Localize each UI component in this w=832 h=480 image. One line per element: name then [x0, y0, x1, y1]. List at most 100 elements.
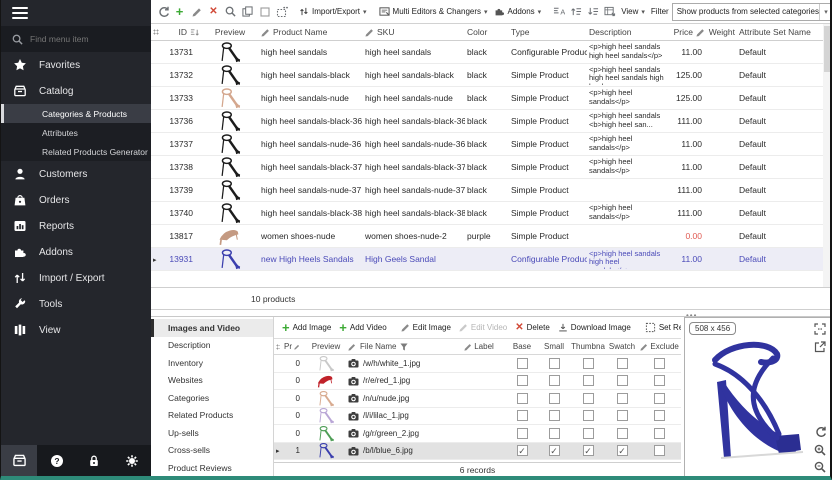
- tab-product-reviews[interactable]: Product Reviews: [151, 459, 273, 477]
- small-checkbox[interactable]: [549, 410, 560, 421]
- product-row[interactable]: 13738 high heel sandals-black-37 high he…: [151, 156, 823, 179]
- menu-search-input[interactable]: [30, 34, 130, 44]
- duplicate-selection-button[interactable]: [274, 2, 289, 22]
- collapse-rows-button[interactable]: [585, 2, 600, 22]
- image-row[interactable]: 0 /g/r/green_2.jpg: [274, 425, 681, 443]
- col-header-thumbnail[interactable]: Thumbna: [570, 342, 606, 351]
- col-header-sku[interactable]: SKU: [363, 27, 465, 37]
- col-header-base[interactable]: Base: [506, 342, 538, 351]
- products-grid-scrollbar[interactable]: [823, 24, 831, 287]
- product-row-selected[interactable]: 13931 new High Heels Sandals High Geels …: [151, 248, 823, 271]
- col-header-price[interactable]: Price: [669, 27, 707, 37]
- multi-editors-menu[interactable]: Multi Editors & Changers▾: [376, 2, 491, 22]
- copy-button[interactable]: [240, 2, 255, 22]
- base-checkbox[interactable]: [517, 410, 528, 421]
- download-image-button[interactable]: Download Image: [554, 319, 635, 337]
- sidebar-item-view[interactable]: View: [1, 317, 151, 343]
- exclude-checkbox[interactable]: [654, 393, 665, 404]
- col-header-attribute-set[interactable]: Attribute Set Name: [737, 27, 823, 37]
- sidebar-item-favorites[interactable]: Favorites: [1, 52, 151, 78]
- rotate-button[interactable]: [813, 425, 826, 438]
- add-image-button[interactable]: +Add Image: [278, 319, 335, 337]
- col-header-weight[interactable]: Weight: [707, 27, 737, 37]
- paste-button[interactable]: [257, 2, 272, 22]
- sidebar-search[interactable]: [1, 26, 151, 52]
- scrollbar-thumb[interactable]: [824, 26, 830, 72]
- zoom-in-button[interactable]: [813, 443, 826, 456]
- col-header-swatch[interactable]: Swatch: [606, 342, 638, 351]
- image-row[interactable]: 0 /l/i/lilac_1.jpg: [274, 408, 681, 426]
- settings-button[interactable]: [114, 445, 150, 476]
- tab-description[interactable]: Description: [151, 337, 273, 355]
- col-header-color[interactable]: Color: [465, 27, 509, 37]
- text-sort-button[interactable]: A: [551, 2, 566, 22]
- base-checkbox[interactable]: [517, 428, 528, 439]
- tab-images-and-video[interactable]: Images and Video: [151, 319, 273, 337]
- thumbnail-checkbox[interactable]: [583, 445, 594, 456]
- col-header-type[interactable]: Type: [509, 27, 587, 37]
- actual-size-button[interactable]: [813, 322, 826, 335]
- delete-image-button[interactable]: ✕Delete: [511, 319, 554, 337]
- col-header-file-name[interactable]: File Name: [346, 342, 462, 351]
- store-button[interactable]: [1, 445, 37, 476]
- exclude-checkbox[interactable]: [654, 358, 665, 369]
- col-header-position[interactable]: Pr: [282, 342, 306, 351]
- thumbnail-checkbox[interactable]: [583, 375, 594, 386]
- tab-categories[interactable]: Categories: [151, 389, 273, 407]
- tab-related-products[interactable]: Related Products: [151, 407, 273, 425]
- zoom-out-button[interactable]: [813, 460, 826, 473]
- image-row[interactable]: 0 /w/h/white_1.jpg: [274, 355, 681, 373]
- product-row[interactable]: 13739 high heel sandals-nude-37 high hee…: [151, 179, 823, 202]
- hamburger-menu-button[interactable]: [1, 0, 151, 26]
- exclude-checkbox[interactable]: [654, 445, 665, 456]
- base-checkbox[interactable]: [517, 375, 528, 386]
- sidebar-item-addons[interactable]: Addons: [1, 239, 151, 265]
- refresh-button[interactable]: [155, 2, 170, 22]
- swatch-checkbox[interactable]: [617, 358, 628, 369]
- thumbnail-checkbox[interactable]: [583, 358, 594, 369]
- small-checkbox[interactable]: [549, 428, 560, 439]
- sidebar-item-import-export[interactable]: Import / Export: [1, 265, 151, 291]
- addons-menu[interactable]: Addons▾: [491, 2, 545, 22]
- swatch-checkbox[interactable]: [617, 375, 628, 386]
- exclude-checkbox[interactable]: [654, 428, 665, 439]
- set-resize-rule-button[interactable]: Set Resize Rule: [641, 319, 681, 337]
- sidebar-item-orders[interactable]: Orders: [1, 187, 151, 213]
- tab-websites[interactable]: Websites: [151, 372, 273, 390]
- col-header-small[interactable]: Small: [538, 342, 570, 351]
- swatch-checkbox[interactable]: [617, 410, 628, 421]
- sidebar-item-customers[interactable]: Customers: [1, 161, 151, 187]
- edit-image-button[interactable]: Edit Image: [397, 319, 455, 337]
- image-row[interactable]: 0 /n/u/nude.jpg: [274, 390, 681, 408]
- product-row[interactable]: 13736 high heel sandals-black-36 high he…: [151, 110, 823, 133]
- tab-up-sells[interactable]: Up-sells: [151, 424, 273, 442]
- sidebar-item-catalog[interactable]: Catalog: [1, 78, 151, 104]
- import-export-menu[interactable]: Import/Export▾: [296, 2, 370, 22]
- thumbnail-checkbox[interactable]: [583, 410, 594, 421]
- col-header-label[interactable]: Label: [462, 342, 506, 351]
- base-checkbox[interactable]: [517, 393, 528, 404]
- exclude-checkbox[interactable]: [654, 410, 665, 421]
- view-menu[interactable]: View▾: [618, 2, 648, 22]
- product-row[interactable]: 13737 high heel sandals-nude-36 high hee…: [151, 133, 823, 156]
- product-row[interactable]: 13732 high heel sandals-black high heel …: [151, 64, 823, 87]
- sidebar-item-related-products-generator[interactable]: Related Products Generator: [1, 142, 151, 161]
- swatch-checkbox[interactable]: [617, 445, 628, 456]
- help-button[interactable]: ?: [39, 445, 75, 476]
- tab-inventory[interactable]: Inventory: [151, 354, 273, 372]
- open-external-button[interactable]: [813, 340, 826, 353]
- category-filter-select[interactable]: Show products from selected categories ▾: [672, 3, 831, 21]
- product-row[interactable]: 13733 high heel sandals-nude high heel s…: [151, 87, 823, 110]
- sidebar-item-attributes[interactable]: Attributes: [1, 123, 151, 142]
- small-checkbox[interactable]: [549, 375, 560, 386]
- exclude-checkbox[interactable]: [654, 375, 665, 386]
- delete-product-button[interactable]: ✕: [206, 2, 221, 22]
- product-row[interactable]: 13740 high heel sandals-black-38 high he…: [151, 202, 823, 225]
- col-header-product-name[interactable]: Product Name: [259, 27, 363, 37]
- sidebar-item-reports[interactable]: Reports: [1, 213, 151, 239]
- image-row[interactable]: 0 /r/e/red_1.jpg: [274, 373, 681, 391]
- small-checkbox[interactable]: [549, 445, 560, 456]
- swatch-checkbox[interactable]: [617, 393, 628, 404]
- col-header-id[interactable]: ID: [163, 27, 201, 37]
- export-grid-button[interactable]: [602, 2, 617, 22]
